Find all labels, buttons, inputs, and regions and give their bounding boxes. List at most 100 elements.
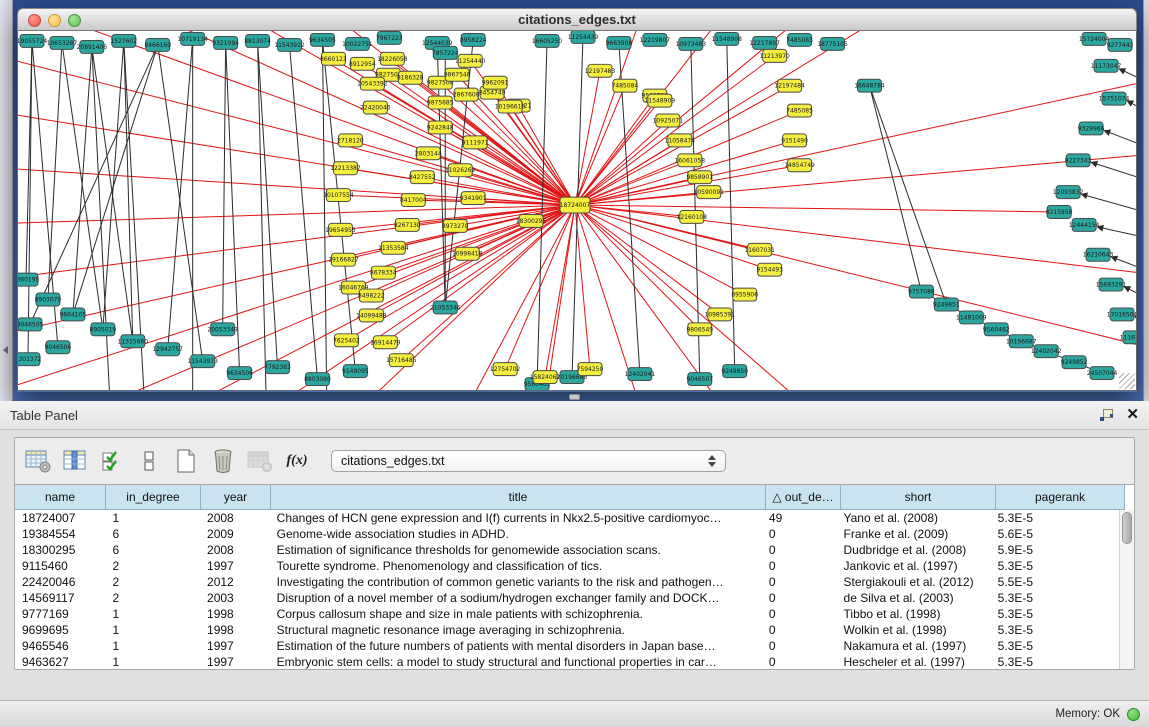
- graph-node[interactable]: 9663908: [606, 36, 633, 49]
- graph-node[interactable]: 9341901: [460, 192, 487, 205]
- graph-node[interactable]: 10590091: [694, 186, 725, 199]
- graph-node[interactable]: 9046505: [18, 318, 43, 331]
- table-vertical-scrollbar[interactable]: [1119, 510, 1134, 669]
- table-row[interactable]: 1938455462009Genome-wide association stu…: [15, 526, 1119, 542]
- graph-node[interactable]: 9249850: [721, 365, 748, 378]
- window-titlebar[interactable]: citations_edges.txt: [17, 8, 1137, 31]
- graph-node[interactable]: 9329966: [1078, 122, 1105, 135]
- graph-node[interactable]: 15693291: [1096, 278, 1127, 291]
- graph-node[interactable]: 7625402: [333, 334, 360, 347]
- table-row[interactable]: 969969511998Structural magnetic resonanc…: [15, 622, 1119, 638]
- graph-node[interactable]: 9962091: [482, 76, 509, 89]
- graph-node[interactable]: 18300295: [516, 214, 547, 227]
- graph-node[interactable]: 10196687: [1006, 335, 1037, 348]
- graph-node[interactable]: 17016504: [1107, 308, 1136, 321]
- graph-node[interactable]: 15716485: [386, 354, 417, 367]
- graph-node[interactable]: 8905019: [90, 323, 117, 336]
- graph-node[interactable]: 10985391: [705, 308, 736, 321]
- graph-node[interactable]: 7594250: [577, 363, 604, 376]
- graph-node[interactable]: 15824062: [530, 371, 561, 384]
- graph-node[interactable]: 14854749: [784, 159, 815, 172]
- graph-node[interactable]: 15724004: [1079, 32, 1110, 45]
- column-header-pagerank[interactable]: pagerank: [996, 485, 1125, 510]
- float-panel-icon[interactable]: [1099, 408, 1114, 422]
- table-row[interactable]: 1872400712008Changes of HCN gene express…: [15, 510, 1119, 526]
- graph-node[interactable]: 9634505: [309, 33, 336, 46]
- table-row[interactable]: 1830029562008Estimation of significance …: [15, 542, 1119, 558]
- graph-node[interactable]: 10107554: [323, 189, 354, 202]
- table-row[interactable]: 2242004622012Investigating the contribut…: [15, 574, 1119, 590]
- table-row[interactable]: 946362711997Embryonic stem cells: a mode…: [15, 654, 1119, 669]
- graph-node[interactable]: 19166827: [328, 253, 359, 266]
- table-row[interactable]: 911546021997Tourette syndrome. Phenomeno…: [15, 558, 1119, 574]
- table-settings-button[interactable]: [23, 446, 53, 476]
- graph-node[interactable]: 11315680: [118, 335, 149, 348]
- graph-node[interactable]: 7485085: [786, 104, 813, 117]
- graph-node[interactable]: 11548908: [712, 32, 743, 45]
- graph-node[interactable]: 18775105: [817, 37, 848, 50]
- graph-node[interactable]: 7967223: [376, 31, 403, 44]
- graph-node[interactable]: 18226058: [377, 52, 408, 65]
- graph-node[interactable]: 8955906: [731, 288, 758, 301]
- graph-node[interactable]: 11607031: [744, 243, 775, 256]
- graph-node[interactable]: 11254440: [455, 54, 486, 67]
- graph-node[interactable]: 9154493: [756, 263, 783, 276]
- graph-node[interactable]: 9242848: [427, 121, 454, 134]
- graph-node[interactable]: 12093832: [1053, 186, 1084, 199]
- graph-node[interactable]: 8186328: [397, 71, 424, 84]
- left-collapsed-panel[interactable]: [0, 0, 13, 401]
- graph-node[interactable]: 9757088: [908, 285, 935, 298]
- graph-node[interactable]: 9867546: [444, 68, 471, 81]
- graph-node[interactable]: 16061058: [675, 154, 706, 167]
- graph-node[interactable]: 12197484: [774, 79, 805, 92]
- graph-node[interactable]: 15751074: [1099, 92, 1130, 105]
- graph-node[interactable]: 11254439: [568, 31, 599, 43]
- graph-node[interactable]: 9277443: [1107, 38, 1134, 51]
- network-canvas[interactable]: 1905572410653287208914061527602846616010…: [17, 31, 1137, 391]
- column-header-in_degree[interactable]: in_degree: [106, 485, 201, 510]
- graph-node[interactable]: 11543973: [187, 355, 218, 368]
- graph-node[interactable]: 20891406: [77, 40, 108, 53]
- graph-node[interactable]: 11548909: [645, 94, 676, 107]
- graph-node[interactable]: 12160108: [677, 211, 708, 224]
- show-column-button[interactable]: [60, 446, 90, 476]
- close-panel-icon[interactable]: ✕: [1126, 408, 1139, 422]
- graph-node[interactable]: 7485084: [612, 79, 639, 92]
- graph-node[interactable]: 9148095: [342, 365, 369, 378]
- graph-node[interactable]: 8903079: [35, 293, 62, 306]
- collapse-arrow-icon[interactable]: [3, 346, 8, 354]
- minimize-window-icon[interactable]: [48, 14, 61, 27]
- function-builder-button[interactable]: f(x): [282, 446, 312, 476]
- graph-node[interactable]: 21053346: [430, 301, 461, 314]
- graph-node[interactable]: 9249852: [1061, 356, 1088, 369]
- graph-node[interactable]: 10925071: [653, 114, 684, 127]
- graph-node[interactable]: 9634506: [226, 367, 253, 380]
- graph-node[interactable]: 9227343: [1065, 154, 1092, 167]
- graph-node[interactable]: 8427552: [409, 171, 436, 184]
- graph-node[interactable]: 12444154: [1069, 218, 1100, 231]
- graph-node[interactable]: 9111971: [462, 136, 489, 149]
- close-window-icon[interactable]: [28, 14, 41, 27]
- graph-node[interactable]: 10998418: [452, 247, 483, 260]
- graph-node[interactable]: 12217897: [749, 36, 780, 49]
- table-selector-dropdown[interactable]: citations_edges.txt: [331, 450, 726, 472]
- new-table-button[interactable]: [171, 446, 201, 476]
- graph-node[interactable]: 9046507: [686, 373, 713, 386]
- right-collapsed-panel[interactable]: [1143, 0, 1149, 401]
- graph-node[interactable]: 10973483: [676, 37, 707, 50]
- table-row[interactable]: 946554611997Estimation of the future num…: [15, 638, 1119, 654]
- graph-node[interactable]: 9249851: [933, 298, 960, 311]
- delete-table-button[interactable]: [208, 446, 238, 476]
- graph-node[interactable]: 8215958: [1046, 206, 1073, 219]
- graph-node[interactable]: 8912954: [349, 57, 376, 70]
- graph-node[interactable]: 8498222: [358, 289, 385, 302]
- graph-node[interactable]: 9560462: [983, 323, 1010, 336]
- graph-node[interactable]: 11173047: [1091, 59, 1122, 72]
- graph-node[interactable]: 2718120: [337, 134, 364, 147]
- graph-node[interactable]: 12219807: [640, 33, 671, 46]
- graph-node[interactable]: 11353584: [378, 241, 409, 254]
- graph-node[interactable]: 9664105: [60, 308, 87, 321]
- graph-node[interactable]: 10022751: [342, 37, 373, 50]
- graph-node[interactable]: 11167533: [1120, 331, 1136, 344]
- graph-node[interactable]: 12402042: [1031, 345, 1062, 358]
